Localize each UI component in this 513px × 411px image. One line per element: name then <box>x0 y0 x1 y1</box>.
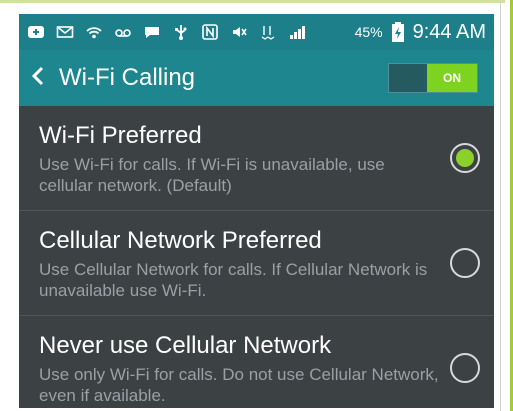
voicemail-icon <box>114 23 132 41</box>
option-never-cellular[interactable]: Never use Cellular Network Use only Wi-F… <box>19 316 494 408</box>
notification-icons <box>19 23 306 41</box>
radio-cellular-preferred[interactable] <box>450 248 480 278</box>
clock: 9:44 AM <box>412 20 486 43</box>
radio-never-cellular[interactable] <box>450 353 480 383</box>
battery-charging-icon <box>389 22 407 42</box>
option-text: Cellular Network Preferred Use Cellular … <box>19 226 439 301</box>
option-description: Use Wi-Fi for calls. If Wi-Fi is unavail… <box>39 154 385 195</box>
option-description: Use only Wi-Fi for calls. Do not use Cel… <box>39 364 439 405</box>
status-bar: 45% 9:44 AM <box>19 14 494 50</box>
option-title: Wi-Fi Preferred <box>39 121 202 149</box>
status-right: 45% 9:44 AM <box>355 21 494 44</box>
email-icon <box>56 23 74 41</box>
option-title: Never use Cellular Network <box>39 331 332 359</box>
wifi-icon <box>85 23 103 41</box>
phone-screen: 45% 9:44 AM Wi-Fi Calling ON Wi-Fi Prefe… <box>19 14 494 408</box>
page-title: Wi-Fi Calling <box>59 64 196 91</box>
mute-icon <box>230 23 248 41</box>
add-call-icon <box>27 23 45 41</box>
option-cellular-preferred[interactable]: Cellular Network Preferred Use Cellular … <box>19 211 494 315</box>
option-wifi-preferred[interactable]: Wi-Fi Preferred Use Wi-Fi for calls. If … <box>19 106 494 210</box>
radio-selected-dot <box>456 149 474 167</box>
chevron-left-icon <box>31 66 45 91</box>
option-title: Cellular Network Preferred <box>39 226 322 254</box>
action-bar: Wi-Fi Calling ON <box>19 50 494 106</box>
page-border <box>500 0 501 411</box>
nfc-icon <box>201 23 219 41</box>
option-description: Use Cellular Network for calls. If Cellu… <box>39 259 428 300</box>
page-top-accent <box>0 0 505 3</box>
battery-percent: 45% <box>354 24 383 40</box>
data-4g-icon <box>259 23 277 41</box>
toggle-on-label: ON <box>427 64 477 92</box>
option-text: Never use Cellular Network Use only Wi-F… <box>19 331 439 406</box>
wifi-calling-toggle[interactable]: ON <box>388 63 478 93</box>
radio-wifi-preferred[interactable] <box>450 143 480 173</box>
back-button[interactable] <box>19 50 45 106</box>
signal-icon <box>288 23 306 41</box>
chat-icon <box>143 23 161 41</box>
usb-icon <box>172 23 190 41</box>
option-text: Wi-Fi Preferred Use Wi-Fi for calls. If … <box>19 121 439 196</box>
